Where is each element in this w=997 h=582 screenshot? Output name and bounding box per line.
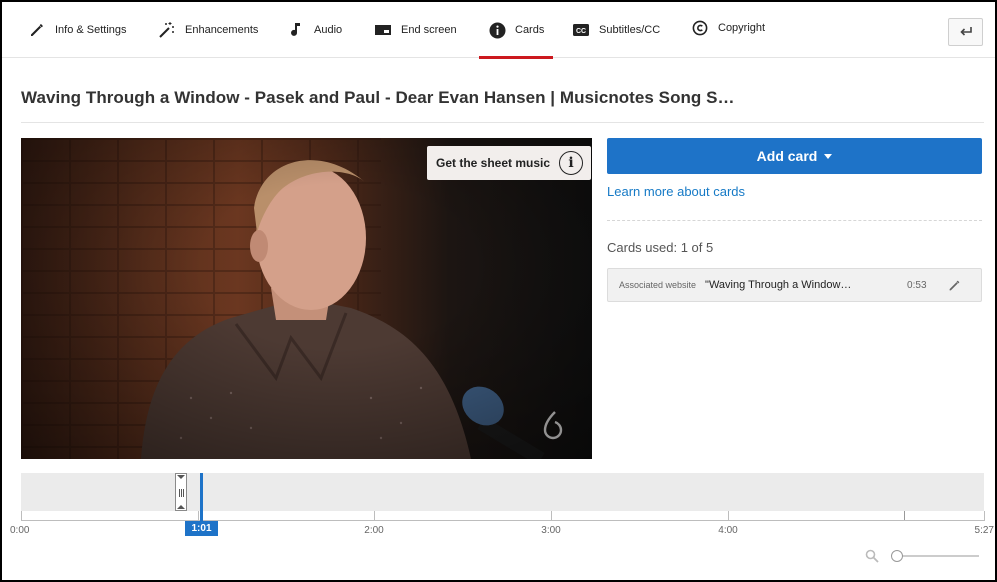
edit-pencil-icon[interactable] [948,278,962,292]
zoom-slider-track [897,555,979,557]
marker-top-arrow-icon [177,475,185,479]
time-tick-label: 2:00 [364,525,384,536]
info-icon [488,21,506,39]
time-ruler [21,520,984,521]
tab-cards[interactable]: Cards [478,2,554,59]
time-tick-label: 4:00 [718,525,738,536]
card-timeline-marker[interactable] [175,473,187,511]
video-title: Waving Through a Window - Pasek and Paul… [21,88,735,107]
time-tick [728,511,729,521]
panel-divider [607,220,982,221]
time-tick [21,511,22,521]
card-title: "Waving Through a Window… [705,279,852,291]
musicnotes-logo-icon [543,411,563,440]
time-tick-label: 3:00 [541,525,561,536]
caret-down-icon [824,153,833,159]
card-time: 0:53 [907,279,927,291]
time-tick [374,511,375,521]
video-preview[interactable]: Get the sheet music i [21,138,592,459]
back-arrow-icon [959,23,973,41]
card-teaser-text: Get the sheet music [436,156,551,170]
time-tick-label: 5:27 [974,525,994,536]
card-teaser[interactable]: Get the sheet music i [427,146,592,180]
tab-end-screen[interactable]: End screen [374,2,457,58]
magic-wand-icon [158,21,176,39]
add-card-button[interactable]: Add card [607,138,982,174]
tab-label: End screen [401,24,457,36]
tab-label: Info & Settings [55,24,127,36]
time-tick [984,511,985,521]
cards-used-count: Cards used: 1 of 5 [607,240,714,255]
title-divider [21,122,984,123]
info-icon: i [559,151,584,175]
tab-audio[interactable]: Audio [287,2,342,58]
pencil-icon [28,21,46,39]
tab-bar: Info & Settings Enhancements Audio End s… [2,2,995,59]
time-tick [198,511,199,521]
video-editor: Info & Settings Enhancements Audio End s… [2,2,995,580]
copyright-icon [691,19,709,37]
marker-bottom-arrow-icon [177,505,185,509]
svg-text:CC: CC [576,28,586,35]
tab-label: Cards [515,24,545,36]
time-tick-label: 0:00 [10,525,30,536]
end-screen-icon [374,21,392,39]
drag-grip-icon [179,489,184,497]
tab-info-settings[interactable]: Info & Settings [28,2,127,58]
learn-more-link[interactable]: Learn more about cards [607,184,745,199]
card-type: Associated website [619,280,697,290]
time-tick [551,511,552,521]
tab-label: Enhancements [185,24,259,36]
tab-enhancements[interactable]: Enhancements [158,2,258,58]
back-button[interactable] [948,18,983,46]
video-vignette [21,138,592,459]
zoom-slider[interactable] [891,550,979,562]
timeline-track[interactable] [21,473,984,521]
add-card-label: Add card [756,148,818,164]
playhead[interactable] [200,473,203,523]
tab-label: Audio [314,24,343,36]
zoom-slider-knob[interactable] [891,550,903,562]
closed-captions-icon: CC [572,21,590,39]
music-note-icon [287,21,305,39]
tab-copyright[interactable]: Copyright [691,2,765,56]
tab-subtitles-cc[interactable]: CC Subtitles/CC [572,2,660,58]
tab-label: Copyright [718,22,766,34]
playhead-time: 1:01 [185,521,218,536]
zoom-icon [865,549,879,563]
tab-label: Subtitles/CC [599,24,661,36]
card-list-item[interactable]: Associated website "Waving Through a Win… [607,268,982,302]
